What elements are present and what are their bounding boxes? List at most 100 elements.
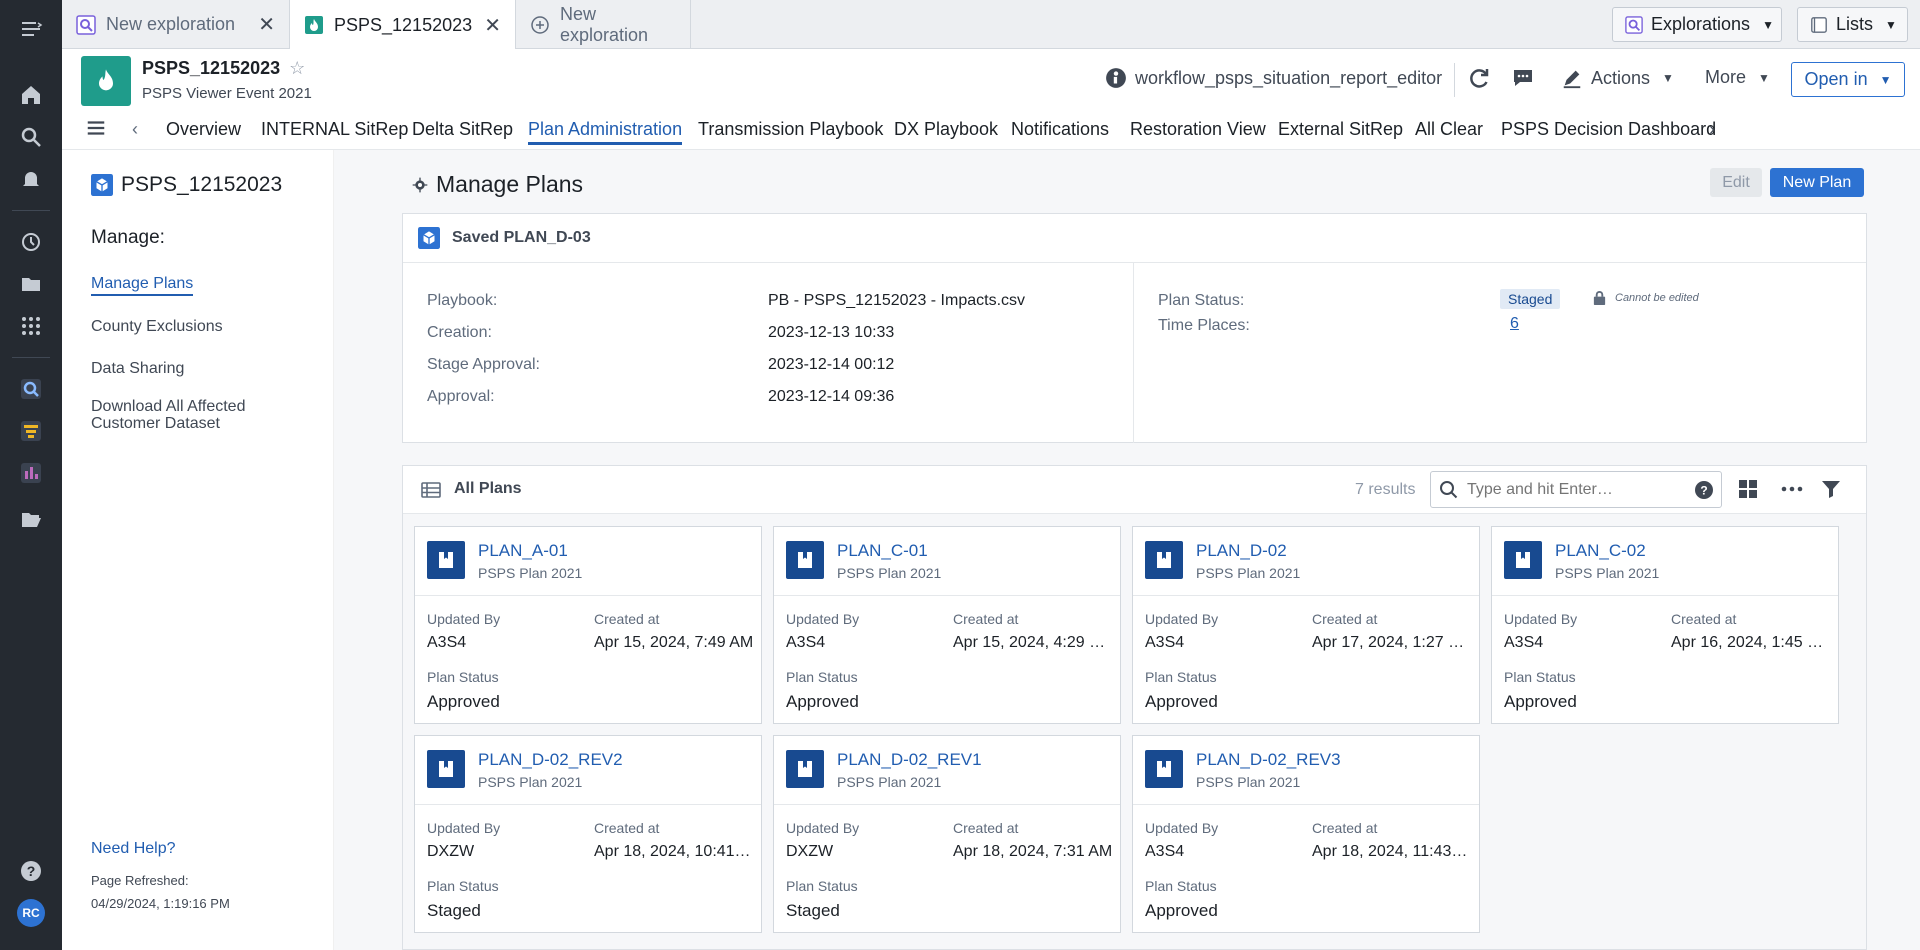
need-help-link[interactable]: Need Help? — [91, 840, 176, 858]
rail-divider — [12, 357, 50, 358]
apps-grid-icon[interactable] — [0, 305, 62, 347]
nav-external-sitrep[interactable]: External SitRep — [1278, 119, 1403, 140]
time-places-link[interactable]: 6 — [1510, 315, 1519, 333]
plan-status-value: Approved — [427, 692, 500, 711]
open-in-button[interactable]: Open in ▼ — [1791, 62, 1905, 97]
sidebar-item-manage-plans[interactable]: Manage Plans — [91, 275, 194, 296]
tab-new-exploration-1[interactable]: New exploration ✕ — [62, 0, 290, 49]
plan-type: PSPS Plan 2021 — [1196, 565, 1301, 581]
more-icon[interactable] — [1780, 479, 1804, 499]
close-icon[interactable]: ✕ — [258, 12, 275, 37]
plan-type: PSPS Plan 2021 — [478, 774, 583, 790]
quiver-app-icon[interactable] — [0, 452, 62, 494]
plan-name-link[interactable]: PLAN_C-02 — [1555, 541, 1646, 561]
plan-name-link[interactable]: PLAN_A-01 — [478, 541, 568, 561]
time-places-label: Time Places: — [1158, 317, 1250, 334]
all-plans-header: All Plans 7 results ? — [403, 466, 1866, 514]
updated-by-value: A3S4 — [1145, 843, 1185, 860]
plan-name-link[interactable]: PLAN_D-02 — [1196, 541, 1287, 561]
more-button[interactable]: More ▼ — [1705, 67, 1770, 88]
sidebar-title-text: PSPS_12152023 — [121, 173, 283, 196]
user-avatar-button[interactable]: RC — [0, 892, 62, 934]
comment-icon[interactable] — [1511, 66, 1535, 90]
close-icon[interactable]: ✕ — [484, 13, 501, 38]
search-icon[interactable] — [0, 116, 62, 158]
new-plan-button[interactable]: New Plan — [1770, 168, 1864, 197]
nav-restoration-view[interactable]: Restoration View — [1130, 119, 1266, 140]
created-at-value: Apr 18, 2024, 11:43… — [1312, 843, 1468, 860]
plan-book-icon — [1504, 541, 1542, 579]
divider — [1133, 263, 1134, 443]
folder-open-icon[interactable] — [0, 498, 62, 540]
nav-dx-playbook[interactable]: DX Playbook — [894, 119, 998, 140]
nav-next-icon[interactable]: › — [1709, 119, 1715, 140]
nav-all-clear[interactable]: All Clear — [1415, 119, 1483, 140]
nav-psps-decision-dashboard[interactable]: PSPS Decision Dashboard — [1501, 119, 1716, 140]
sidebar-item-county-exclusions[interactable]: County Exclusions — [91, 318, 223, 336]
plan-book-icon — [786, 541, 824, 579]
actions-button[interactable]: Actions ▼ — [1561, 67, 1674, 89]
plan-card[interactable]: PLAN_D-02_REV1 PSPS Plan 2021 Updated By Cr… — [773, 735, 1121, 933]
tab-new-exploration-2[interactable]: New exploration — [516, 0, 691, 49]
plan-name-link[interactable]: PLAN_D-02_REV1 — [837, 750, 982, 770]
history-icon[interactable] — [0, 221, 62, 263]
updated-by-value: A3S4 — [1145, 634, 1185, 651]
plan-name-link[interactable]: PLAN_C-01 — [837, 541, 928, 561]
plan-card[interactable]: PLAN_A-01 PSPS Plan 2021 Updated By Created… — [414, 526, 762, 724]
svg-text:?: ? — [27, 863, 36, 879]
plan-card[interactable]: PLAN_D-02 PSPS Plan 2021 Updated By Created… — [1132, 526, 1480, 724]
plan-name-link[interactable]: PLAN_D-02_REV2 — [478, 750, 623, 770]
help-icon[interactable]: ? — [0, 850, 62, 892]
search-input[interactable] — [1467, 476, 1687, 503]
explorations-button[interactable]: Explorations ▼ — [1612, 7, 1782, 42]
exploration-app-icon[interactable] — [0, 368, 62, 410]
grid-view-icon[interactable] — [1738, 479, 1758, 499]
plan-name-link[interactable]: PLAN_D-02_REV3 — [1196, 750, 1341, 770]
plan-card[interactable]: PLAN_D-02_REV2 PSPS Plan 2021 Updated By Cr… — [414, 735, 762, 933]
folder-icon[interactable] — [0, 263, 62, 305]
plan-status-value: Approved — [1504, 692, 1577, 711]
sidebar: PSPS_12152023 Manage: Manage Plans Count… — [62, 150, 334, 950]
nav-transmission-playbook[interactable]: Transmission Playbook — [698, 119, 883, 140]
lists-button[interactable]: Lists ▼ — [1797, 7, 1908, 42]
lock-icon — [1592, 290, 1607, 305]
caret-down-icon: ▼ — [1879, 72, 1892, 87]
page-heading: Manage Plans — [412, 171, 583, 198]
star-icon[interactable]: ☆ — [289, 58, 305, 78]
sidebar-item-download-dataset[interactable]: Download All Affected Customer Dataset — [91, 398, 245, 432]
edit-button[interactable]: Edit — [1710, 168, 1762, 197]
notifications-icon[interactable] — [0, 158, 62, 200]
plan-card[interactable]: PLAN_D-02_REV3 PSPS Plan 2021 Updated By Cr… — [1132, 735, 1480, 933]
stage-approval-value: 2023-12-14 00:12 — [768, 356, 895, 373]
download-line-1: Download All Affected — [91, 398, 246, 415]
menu-icon[interactable] — [0, 8, 62, 50]
created-at-value: Apr 17, 2024, 1:27 PM — [1312, 634, 1472, 651]
home-icon[interactable] — [0, 74, 62, 116]
sidebar-item-data-sharing[interactable]: Data Sharing — [91, 360, 184, 378]
nav-internal-sitrep[interactable]: INTERNAL SitRep — [261, 119, 408, 140]
nav-delta-sitrep[interactable]: Delta SitRep — [412, 119, 513, 140]
updated-by-label: Updated By — [427, 820, 501, 836]
nav-prev-icon[interactable]: ‹ — [132, 119, 138, 140]
workshop-app-icon[interactable] — [0, 410, 62, 452]
nav-plan-administration[interactable]: Plan Administration — [528, 119, 683, 145]
updated-by-value: DXZW — [427, 843, 475, 860]
workflow-info[interactable]: workflow_psps_situation_report_editor — [1105, 67, 1442, 89]
page-subtitle: PSPS Viewer Event 2021 — [142, 85, 312, 102]
created-at-value: Apr 18, 2024, 7:31 AM — [953, 843, 1113, 860]
plan-type: PSPS Plan 2021 — [1555, 565, 1660, 581]
plan-card[interactable]: PLAN_C-02 PSPS Plan 2021 Updated By Created… — [1491, 526, 1839, 724]
tab-psps[interactable]: PSPS_12152023 ✕ — [290, 0, 516, 50]
divider — [774, 595, 1120, 596]
updated-by-label: Updated By — [427, 611, 501, 627]
nav-notifications[interactable]: Notifications — [1011, 119, 1109, 140]
help-icon[interactable]: ? — [1694, 480, 1714, 500]
plan-card[interactable]: PLAN_C-01 PSPS Plan 2021 Updated By Created… — [773, 526, 1121, 724]
refresh-icon[interactable] — [1467, 66, 1491, 90]
created-at-label: Created at — [1312, 820, 1378, 836]
stage-approval-label: Stage Approval: — [427, 356, 540, 373]
exploration-icon — [76, 14, 96, 35]
nav-overview[interactable]: Overview — [166, 119, 241, 140]
filter-icon[interactable] — [1821, 479, 1841, 499]
hamburger-icon[interactable] — [85, 117, 107, 144]
